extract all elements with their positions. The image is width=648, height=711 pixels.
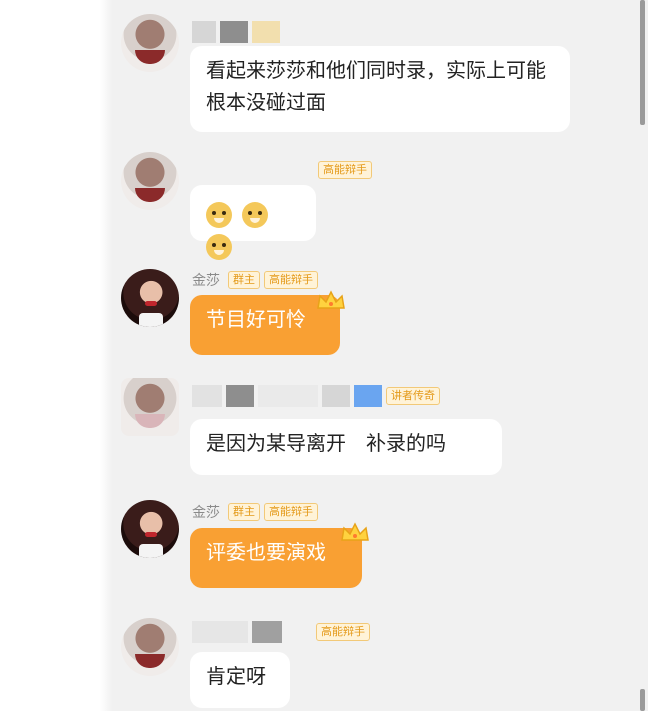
chat-area[interactable]: 看起来莎莎和他们同时录，实际上可能根本没碰过面 高能辩手 金莎 群主 高能辩手 … (0, 0, 648, 711)
doge-emoji (242, 201, 269, 228)
avatar[interactable] (121, 14, 179, 72)
badge-group-owner: 群主 (228, 271, 260, 289)
blurred-name (258, 385, 318, 407)
sender-name[interactable]: 金莎 (192, 270, 220, 290)
badge-group-owner: 群主 (228, 503, 260, 521)
message-bubble[interactable]: 是因为某导离开 补录的吗 (190, 419, 502, 475)
blurred-name (252, 621, 282, 643)
badge-high-energy-debater: 高能辩手 (316, 623, 370, 641)
scrollbar-thumb-bottom[interactable] (640, 689, 645, 711)
blurred-name (322, 385, 350, 407)
sender-info: 讲者传奇 (192, 385, 440, 407)
avatar[interactable] (121, 618, 179, 676)
sender-info: 高能辩手 (192, 621, 370, 643)
sender-info: 金莎 群主 高能辩手 (192, 270, 318, 290)
blurred-name (226, 385, 254, 407)
blurred-name (192, 385, 222, 407)
badge-high-energy-debater: 高能辩手 (264, 271, 318, 289)
badge-high-energy-debater: 高能辩手 (264, 503, 318, 521)
blurred-badge (354, 385, 382, 407)
sender-info: 金莎 群主 高能辩手 (192, 502, 318, 522)
sender-info: 高能辩手 (318, 160, 372, 180)
crown-icon (317, 290, 345, 309)
blurred-name (286, 621, 312, 643)
badge-high-energy-debater: 高能辩手 (318, 161, 372, 179)
message-bubble[interactable]: 看起来莎莎和他们同时录，实际上可能根本没碰过面 (190, 46, 570, 132)
badge-lecturer-legend: 讲者传奇 (386, 387, 440, 405)
avatar[interactable] (121, 152, 179, 210)
doge-emoji (206, 201, 232, 228)
avatar[interactable] (121, 378, 179, 436)
message-bubble[interactable] (190, 185, 316, 260)
doge-emoji (206, 233, 232, 260)
avatar[interactable] (121, 500, 179, 558)
blurred-badge (252, 21, 280, 43)
message-bubble[interactable]: 评委也要演戏 (190, 528, 362, 588)
sender-info (192, 21, 280, 43)
message-bubble[interactable]: 肯定呀 (190, 652, 290, 708)
sender-name[interactable]: 金莎 (192, 502, 220, 522)
blurred-name (220, 21, 248, 43)
avatar[interactable] (121, 269, 179, 327)
blurred-name (192, 621, 248, 643)
crown-icon (341, 522, 369, 541)
scrollbar-thumb[interactable] (640, 0, 645, 125)
blurred-name (192, 21, 216, 43)
